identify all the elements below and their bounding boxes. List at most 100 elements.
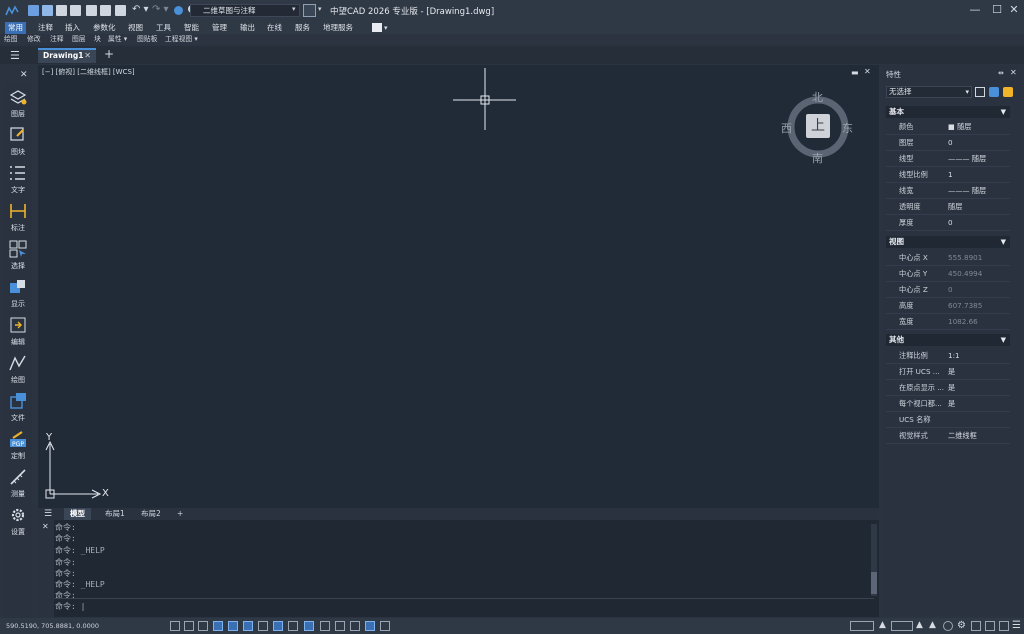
command-input[interactable]: 命令: | <box>54 598 874 615</box>
prop-row[interactable]: 线型 ——— 随层 <box>886 152 1010 167</box>
hardware-accel-icon[interactable] <box>985 621 995 631</box>
command-scrollbar[interactable] <box>871 524 877 596</box>
menu-insert[interactable]: 插入 <box>65 22 80 34</box>
prop-row[interactable]: 透明度 随层 <box>886 200 1010 215</box>
annotation-scale-icon[interactable]: ▲ <box>879 620 886 630</box>
tab-layout2[interactable]: 布局2 <box>141 508 161 520</box>
pin-panel-icon[interactable]: ⇹ <box>998 69 1004 77</box>
prop-row[interactable]: 在原点显示 ... 是 <box>886 381 1010 396</box>
select-objects-icon[interactable] <box>989 87 999 97</box>
status-menu-icon[interactable]: ☰ <box>1012 620 1021 631</box>
units-dropdown[interactable] <box>850 621 874 631</box>
ribbon-toggle-icon[interactable] <box>372 23 382 32</box>
snap-toggle-icon[interactable] <box>184 621 194 631</box>
menu-geo-services[interactable]: 地理服务 <box>323 22 353 34</box>
compass-north-label[interactable]: 北 <box>812 89 823 105</box>
maximize-button[interactable]: ☐ <box>990 3 1004 17</box>
settings-gear-icon[interactable]: ⚙ <box>957 620 966 631</box>
prop-row[interactable]: UCS 名称 <box>886 413 1010 428</box>
compass-east-label[interactable]: 东 <box>842 120 853 136</box>
panel-drafting-view[interactable]: 工程视图 ▾ <box>165 34 198 44</box>
menu-output[interactable]: 输出 <box>240 22 255 34</box>
prop-row[interactable]: 厚度 0 <box>886 216 1010 231</box>
menu-parametric[interactable]: 参数化 <box>93 22 116 34</box>
menu-annotate[interactable]: 注释 <box>38 22 53 34</box>
close-button[interactable]: ✕ <box>1007 3 1021 17</box>
tool-text[interactable]: 文字 <box>4 164 32 195</box>
prop-row[interactable]: 每个视口都... 是 <box>886 397 1010 412</box>
section-misc[interactable]: 其他 ▼ <box>886 334 1010 346</box>
transparency-toggle-icon[interactable] <box>288 621 298 631</box>
panel-annotate[interactable]: 注释 <box>50 34 64 44</box>
annotation-visibility-icon[interactable]: ▲ <box>916 620 923 630</box>
prop-row[interactable]: 线型比例 1 <box>886 168 1010 183</box>
selection-cycling-icon[interactable] <box>304 621 314 631</box>
ribbon-chevron-icon[interactable]: ▾ <box>384 22 388 34</box>
publish-icon[interactable] <box>86 5 97 16</box>
redo-icon[interactable]: ↷ ▾ <box>152 4 169 15</box>
prop-row[interactable]: 宽度 1082.66 <box>886 315 1010 330</box>
quick-select-icon[interactable] <box>1003 87 1013 97</box>
prop-row[interactable]: 中心点 X 555.8901 <box>886 251 1010 266</box>
units-icon[interactable] <box>380 621 390 631</box>
compass-west-label[interactable]: 西 <box>781 120 792 136</box>
menu-home[interactable]: 常用 <box>5 22 26 34</box>
customize-chevron-icon[interactable]: ▾ <box>318 5 322 13</box>
otrack-toggle-icon[interactable] <box>243 621 253 631</box>
workspace-icon[interactable] <box>943 621 953 631</box>
lineweight-toggle-icon[interactable] <box>258 621 268 631</box>
workspace-switch-icon[interactable] <box>303 4 316 17</box>
tool-draw[interactable]: 绘图 <box>4 354 32 385</box>
new-tab-icon[interactable]: + <box>104 47 114 61</box>
tool-select[interactable]: 选择 <box>4 240 32 271</box>
tab-drawing1[interactable]: Drawing1 ✕ <box>38 48 96 63</box>
tool-measure[interactable]: 测量 <box>4 468 32 499</box>
isolate-icon[interactable] <box>971 621 981 631</box>
auto-scale-icon[interactable]: ▲ <box>929 620 936 630</box>
quick-properties-icon[interactable] <box>365 621 375 631</box>
prop-row[interactable]: 中心点 Y 450.4994 <box>886 267 1010 282</box>
menu-manage[interactable]: 管理 <box>212 22 227 34</box>
save-as-icon[interactable] <box>70 5 81 16</box>
tool-settings[interactable]: 设置 <box>4 506 32 537</box>
undo-icon[interactable]: ↶ ▾ <box>132 4 149 15</box>
annotation-monitor-icon[interactable] <box>335 621 345 631</box>
close-panel-icon[interactable]: ✕ <box>1010 68 1017 77</box>
prop-row[interactable]: 高度 607.7385 <box>886 299 1010 314</box>
section-basic[interactable]: 基本 ▼ <box>886 106 1010 118</box>
prop-row[interactable]: 注释比例 1:1 <box>886 349 1010 364</box>
tool-display[interactable]: 显示 <box>4 278 32 309</box>
ucs-toggle-icon[interactable] <box>350 621 360 631</box>
tool-blocks[interactable]: 图块 <box>4 126 32 157</box>
command-close-icon[interactable]: ✕ <box>42 522 49 531</box>
plot-preview-icon[interactable] <box>115 5 126 16</box>
compass-south-label[interactable]: 南 <box>812 150 823 166</box>
prop-row[interactable]: 中心点 Z0 <box>886 283 1010 298</box>
minimize-button[interactable]: — <box>968 3 982 17</box>
save-icon[interactable] <box>56 5 67 16</box>
panel-clipboard[interactable]: 图贴板 <box>137 34 157 44</box>
viewcube-top-face[interactable]: 上 <box>806 114 830 138</box>
menu-smart[interactable]: 智能 <box>184 22 199 34</box>
osnap-toggle-icon[interactable] <box>228 621 238 631</box>
prop-row[interactable]: 打开 UCS ... 是 <box>886 365 1010 380</box>
layout-menu-icon[interactable]: ☰ <box>44 508 52 520</box>
viewport-controls[interactable]: [−] [俯视] [二维线框] [WCS] <box>42 67 135 77</box>
viewcube[interactable]: 上 北 南 西 东 <box>781 89 853 165</box>
close-ribbon-icon[interactable]: ✕ <box>20 70 28 80</box>
close-tab-icon[interactable]: ✕ <box>84 50 91 62</box>
clean-screen-icon[interactable] <box>999 621 1009 631</box>
model-space-icon[interactable] <box>320 621 330 631</box>
scale-dropdown[interactable] <box>891 621 913 631</box>
panel-properties[interactable]: 属性 ▾ <box>108 34 127 44</box>
new-file-icon[interactable] <box>28 5 39 16</box>
section-view[interactable]: 视图 ▼ <box>886 236 1010 248</box>
menu-tools[interactable]: 工具 <box>156 22 171 34</box>
tool-customize[interactable]: PGP 定制 <box>4 430 32 461</box>
grid-toggle-icon[interactable] <box>170 621 180 631</box>
menu-online[interactable]: 在线 <box>267 22 282 34</box>
open-file-icon[interactable] <box>42 5 53 16</box>
viewport-minimize-icon[interactable]: ▬ <box>851 68 859 77</box>
tab-model[interactable]: 模型 <box>64 508 91 520</box>
dyn-input-toggle-icon[interactable] <box>273 621 283 631</box>
